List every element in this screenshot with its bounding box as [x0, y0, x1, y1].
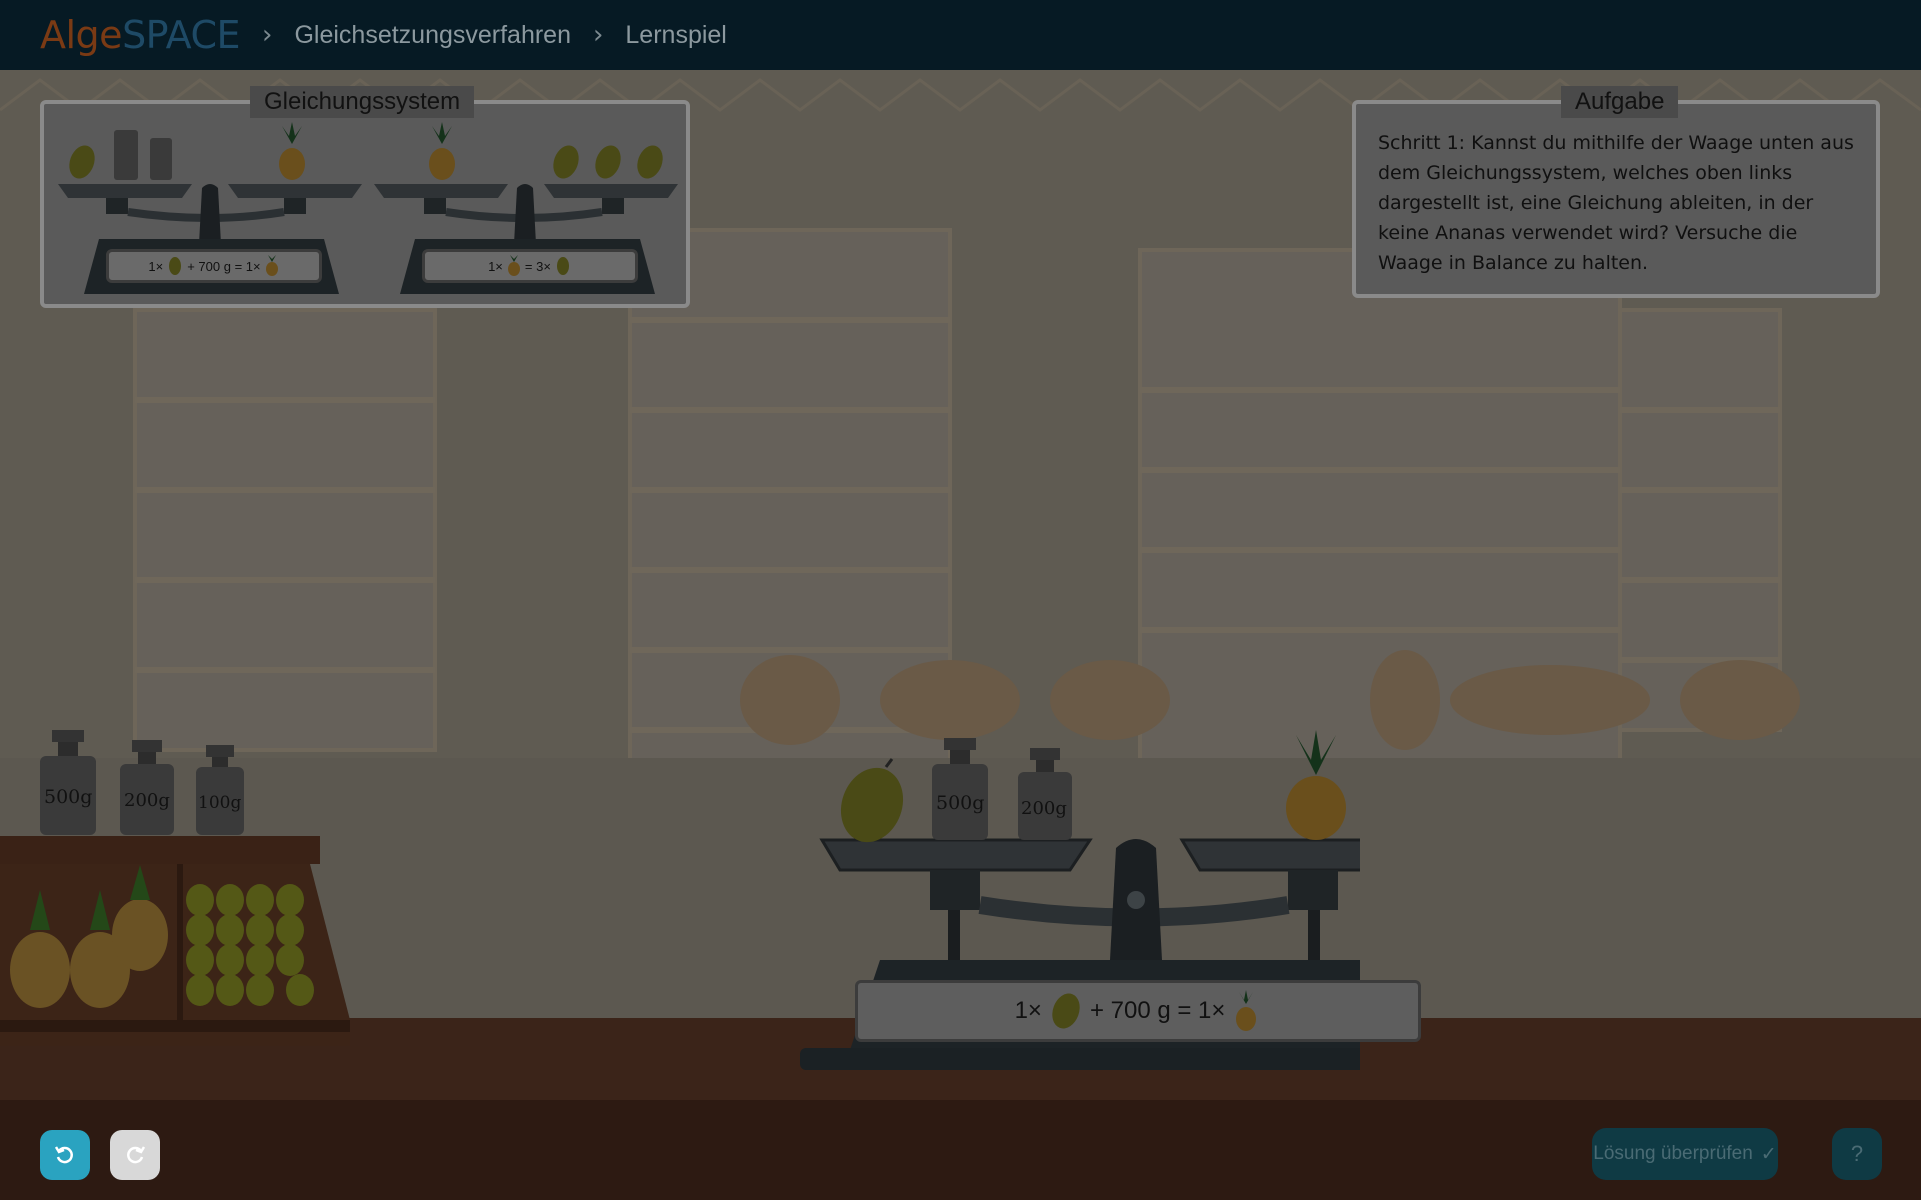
breadcrumb-item-gleichsetzungsverfahren[interactable]: Gleichsetzungsverfahren [294, 21, 571, 50]
weight-500g-on-scale[interactable]: 500g [930, 738, 990, 840]
chevron-right-icon: › [262, 20, 273, 50]
undo-button[interactable] [40, 1130, 90, 1180]
main-equation-display: 1× + 700 g = 1× [855, 980, 1421, 1042]
mango-icon [1052, 993, 1080, 1029]
pineapple-icon [1236, 990, 1257, 1031]
weight-200g[interactable]: 200g [118, 740, 176, 835]
weight-200g-on-scale[interactable]: 200g [1016, 748, 1074, 840]
task-panel: Schritt 1: Kannst du mithilfe der Waage … [1352, 100, 1880, 298]
check-solution-label: Lösung überprüfen [1593, 1143, 1753, 1164]
weight-100g[interactable]: 100g [194, 745, 246, 835]
equation-count-left: 1× [1014, 997, 1042, 1024]
help-button[interactable]: ? [1832, 1128, 1882, 1180]
checkmark-icon: ✓ [1760, 1143, 1777, 1165]
task-description: Schritt 1: Kannst du mithilfe der Waage … [1378, 132, 1854, 274]
undo-icon [54, 1146, 73, 1164]
task-panel-title: Aufgabe [1561, 86, 1679, 118]
redo-button[interactable] [110, 1130, 160, 1180]
app-logo[interactable]: AlgeSPACE [40, 13, 241, 57]
mini-equation-1: 1× + 700 g = 1× [106, 249, 322, 283]
chevron-right-icon: › [593, 20, 604, 50]
check-solution-button[interactable]: Lösung überprüfen ✓ [1592, 1128, 1778, 1180]
equation-mid: + 700 g = 1× [1089, 997, 1226, 1024]
top-bar: AlgeSPACE › Gleichsetzungsverfahren › Le… [0, 0, 1921, 70]
help-label: ? [1850, 1141, 1864, 1166]
mango-icon[interactable] [836, 755, 906, 845]
mini-equation-2: 1× = 3× [422, 249, 638, 283]
redo-icon [127, 1146, 146, 1164]
fruit-crate [0, 836, 350, 1046]
weight-500g[interactable]: 500g [38, 730, 98, 835]
pineapple-icon[interactable] [1276, 730, 1356, 840]
equation-system-panel: 1× + 700 g = 1× 1× = 3× [40, 100, 690, 308]
system-panel-title: Gleichungssystem [250, 86, 475, 118]
breadcrumb-item-lernspiel: Lernspiel [625, 20, 727, 49]
